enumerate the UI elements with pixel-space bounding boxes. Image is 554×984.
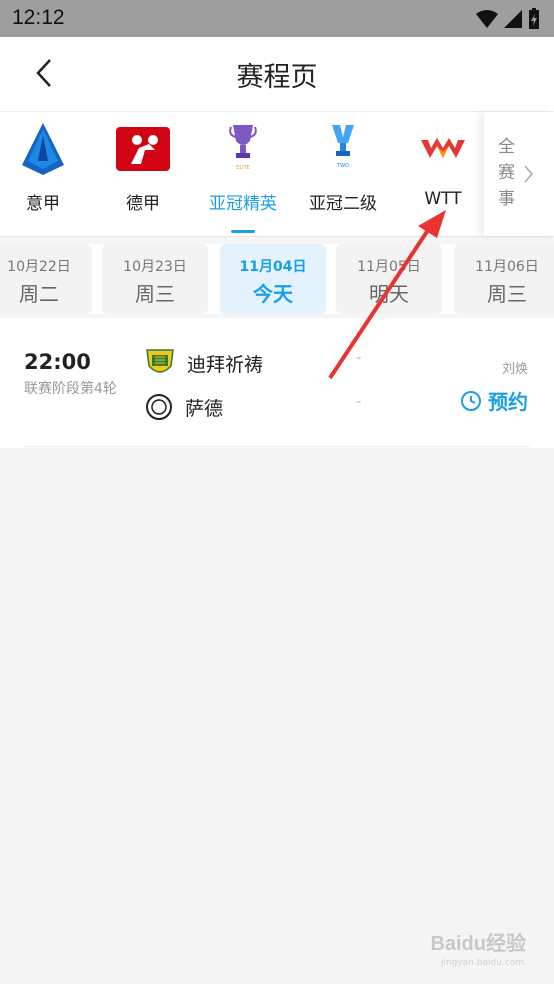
away-team-name: 萨德 [185,397,224,420]
date-item[interactable]: 11月05日 明天 [336,244,442,314]
match-time: 22:00 [24,350,91,374]
home-score: - [356,348,362,366]
league-name: 亚冠精英 [209,194,277,214]
league-tab-serie-a[interactable]: 意甲 [0,112,93,236]
reserve-button[interactable]: 预约 [460,386,528,415]
all-events-button[interactable]: 全 赛 事 [484,112,554,236]
battery-icon [529,8,539,29]
status-bar: 12:12 [0,0,554,37]
away-score: - [356,392,362,410]
date-item[interactable]: 11月06日 周三 [454,244,554,314]
page-title: 赛程页 [236,62,318,93]
league-tab-afc-elite[interactable]: ELITE 亚冠精英 [193,112,293,236]
divider [24,446,530,447]
wifi-icon [476,10,498,28]
away-team-crest-icon [146,394,172,420]
match-stage: 联赛阶段第4轮 [24,381,117,397]
status-icons [476,8,540,30]
wtt-logo-icon [413,120,473,178]
status-time: 12:12 [12,6,65,29]
bundesliga-logo-icon [113,120,173,178]
all-events-label: 全 赛 事 [498,137,515,209]
date-item-active[interactable]: 11月04日 今天 [220,244,326,314]
watermark: Baidu经验 [430,933,526,955]
league-tab-afc-two[interactable]: TWO 亚冠二级 [293,112,393,236]
app-header: 赛程页 [0,37,554,112]
afc-elite-trophy-icon: ELITE [213,120,273,178]
reserve-label: 预约 [488,390,528,414]
signal-icon [504,10,522,28]
league-tab-wtt[interactable]: WTT [393,112,493,236]
league-name: 意甲 [26,194,60,214]
league-name: 德甲 [126,194,160,214]
league-tab-bundesliga[interactable]: 德甲 [93,112,193,236]
league-name: WTT [424,189,462,209]
afc-two-trophy-icon: TWO [313,120,373,178]
active-tab-indicator [231,230,255,233]
home-team: 迪拜祈祷 [145,348,263,378]
home-team-crest-icon [146,349,174,373]
league-tabs: 意甲 德甲 ELITE 亚冠精英 TWO 亚冠二级 WTT 全 赛 事 [0,112,554,237]
svg-text:ELITE: ELITE [236,165,250,171]
home-team-name: 迪拜祈祷 [187,353,264,376]
chevron-right-icon [524,165,534,183]
league-name: 亚冠二级 [309,194,377,214]
svg-text:TWO: TWO [336,163,349,169]
match-card[interactable]: 22:00 联赛阶段第4轮 迪拜祈祷 萨德 - - 刘焕 预约 [0,318,554,448]
date-item[interactable]: 10月23日 周三 [102,244,208,314]
clock-icon [461,390,481,411]
away-team: 萨德 [145,392,223,422]
serie-a-logo-icon [13,120,73,178]
date-selector: 10月22日 周二 10月23日 周三 11月04日 今天 11月05日 明天 … [0,244,554,314]
watermark-url: jingyan.baidu.com [440,958,524,968]
date-item[interactable]: 10月22日 周二 [0,244,92,314]
commentator-name: 刘焕 [501,362,528,377]
